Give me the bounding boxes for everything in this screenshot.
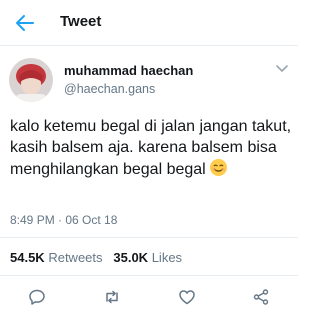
likes-count: 35.0K xyxy=(113,250,149,265)
divider xyxy=(0,275,298,276)
reply-icon[interactable] xyxy=(28,288,46,306)
share-icon[interactable] xyxy=(252,288,270,306)
chevron-down-icon[interactable] xyxy=(275,64,289,74)
smiling-face-icon xyxy=(209,158,227,177)
retweet-icon[interactable] xyxy=(103,288,121,306)
engagement-stats: 54.5K Retweets 35.0K Likes xyxy=(10,250,182,265)
tweet-text: kalo ketemu begal di jalan jangan takut,… xyxy=(10,116,294,180)
likes-label: Likes xyxy=(151,250,183,265)
user-display-name[interactable]: muhammad haechan xyxy=(64,63,193,78)
tweet-timestamp: 8:49 PM · 06 Oct 18 xyxy=(10,213,118,227)
divider xyxy=(0,237,298,238)
likes-stat[interactable]: 35.0K Likes xyxy=(113,250,182,265)
retweets-label: Retweets xyxy=(48,250,103,265)
arrow-left-icon[interactable] xyxy=(14,12,36,34)
avatar[interactable] xyxy=(9,58,53,102)
retweets-stat[interactable]: 54.5K Retweets xyxy=(10,250,103,265)
page-title: Tweet xyxy=(60,13,102,30)
top-bar: Tweet xyxy=(0,0,298,46)
retweets-count: 54.5K xyxy=(10,250,45,265)
tweet-body: kalo ketemu begal di jalan jangan takut,… xyxy=(10,118,292,178)
like-icon[interactable] xyxy=(178,288,196,306)
user-handle[interactable]: @haechan.gans xyxy=(64,82,155,96)
